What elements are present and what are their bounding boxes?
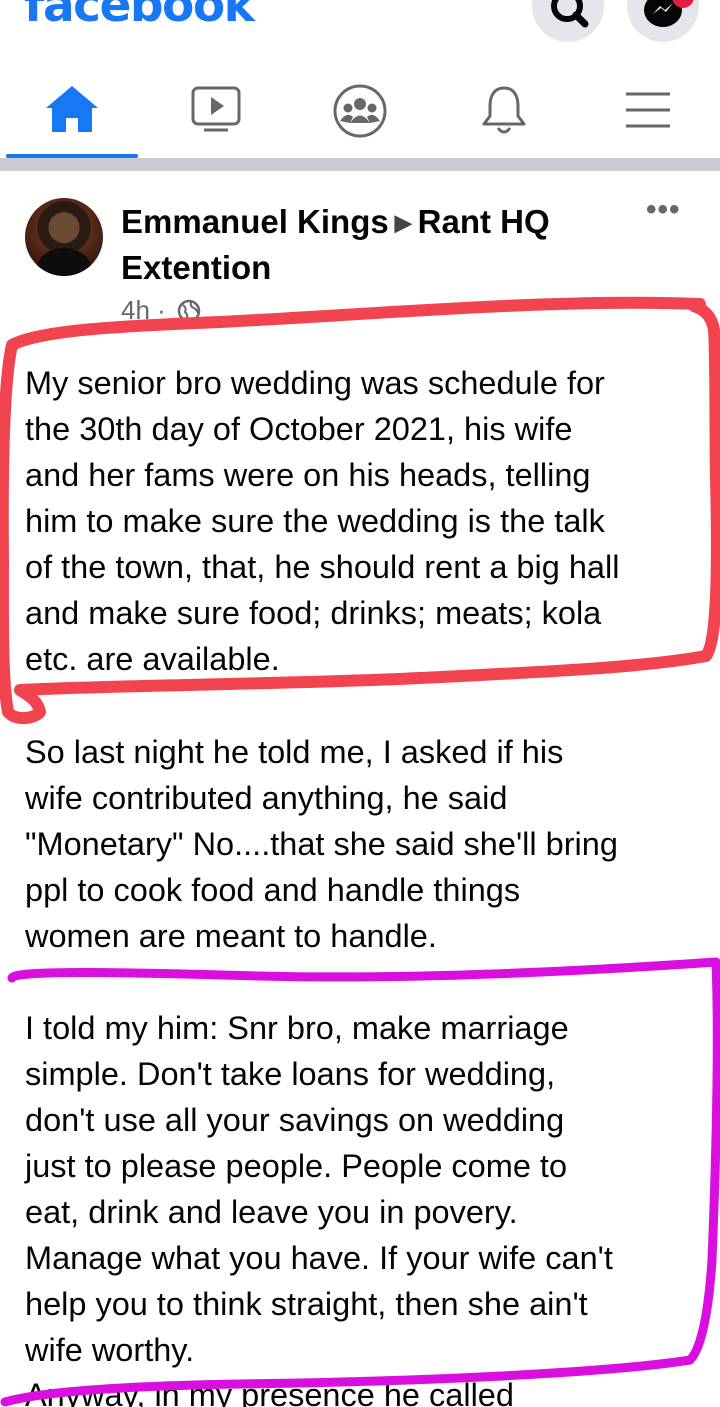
feed-post: Emmanuel Kings ▶ Rant HQ Extention ••• 4h … <box>0 171 720 1407</box>
top-bar: facebook <box>0 0 720 58</box>
post-paragraph: So last night he told me, I asked if his… <box>25 734 618 954</box>
author-name[interactable]: Emmanuel Kings <box>121 203 389 240</box>
facebook-logo[interactable]: facebook <box>24 0 255 33</box>
post-paragraph: My senior bro wedding was schedule for t… <box>25 365 620 677</box>
author-avatar[interactable] <box>25 198 103 276</box>
feed-divider <box>0 158 720 171</box>
post-meta: 4h · <box>121 295 201 326</box>
post-header: Emmanuel Kings ▶ Rant HQ Extention <box>121 199 621 290</box>
post-paragraph: I told my him: Snr bro, make marriage si… <box>25 1010 613 1368</box>
post-time[interactable]: 4h <box>121 295 150 325</box>
hamburger-menu-icon <box>626 92 670 128</box>
bell-icon <box>482 86 526 134</box>
triangle-right-icon: ▶ <box>394 210 412 235</box>
tab-menu[interactable] <box>576 58 720 158</box>
video-icon <box>191 86 241 132</box>
home-icon <box>46 86 98 132</box>
main-nav <box>0 58 720 158</box>
globe-icon <box>177 299 201 323</box>
more-options-button[interactable]: ••• <box>646 193 681 227</box>
search-icon <box>551 0 589 28</box>
tab-watch[interactable] <box>144 58 288 158</box>
tab-notifications[interactable] <box>432 58 576 158</box>
search-button[interactable] <box>532 0 604 42</box>
tab-home[interactable] <box>0 58 144 158</box>
post-paragraph-partial: Anyway, in my presence he called <box>25 1377 514 1407</box>
tab-groups[interactable] <box>288 58 432 158</box>
groups-icon <box>333 84 387 138</box>
